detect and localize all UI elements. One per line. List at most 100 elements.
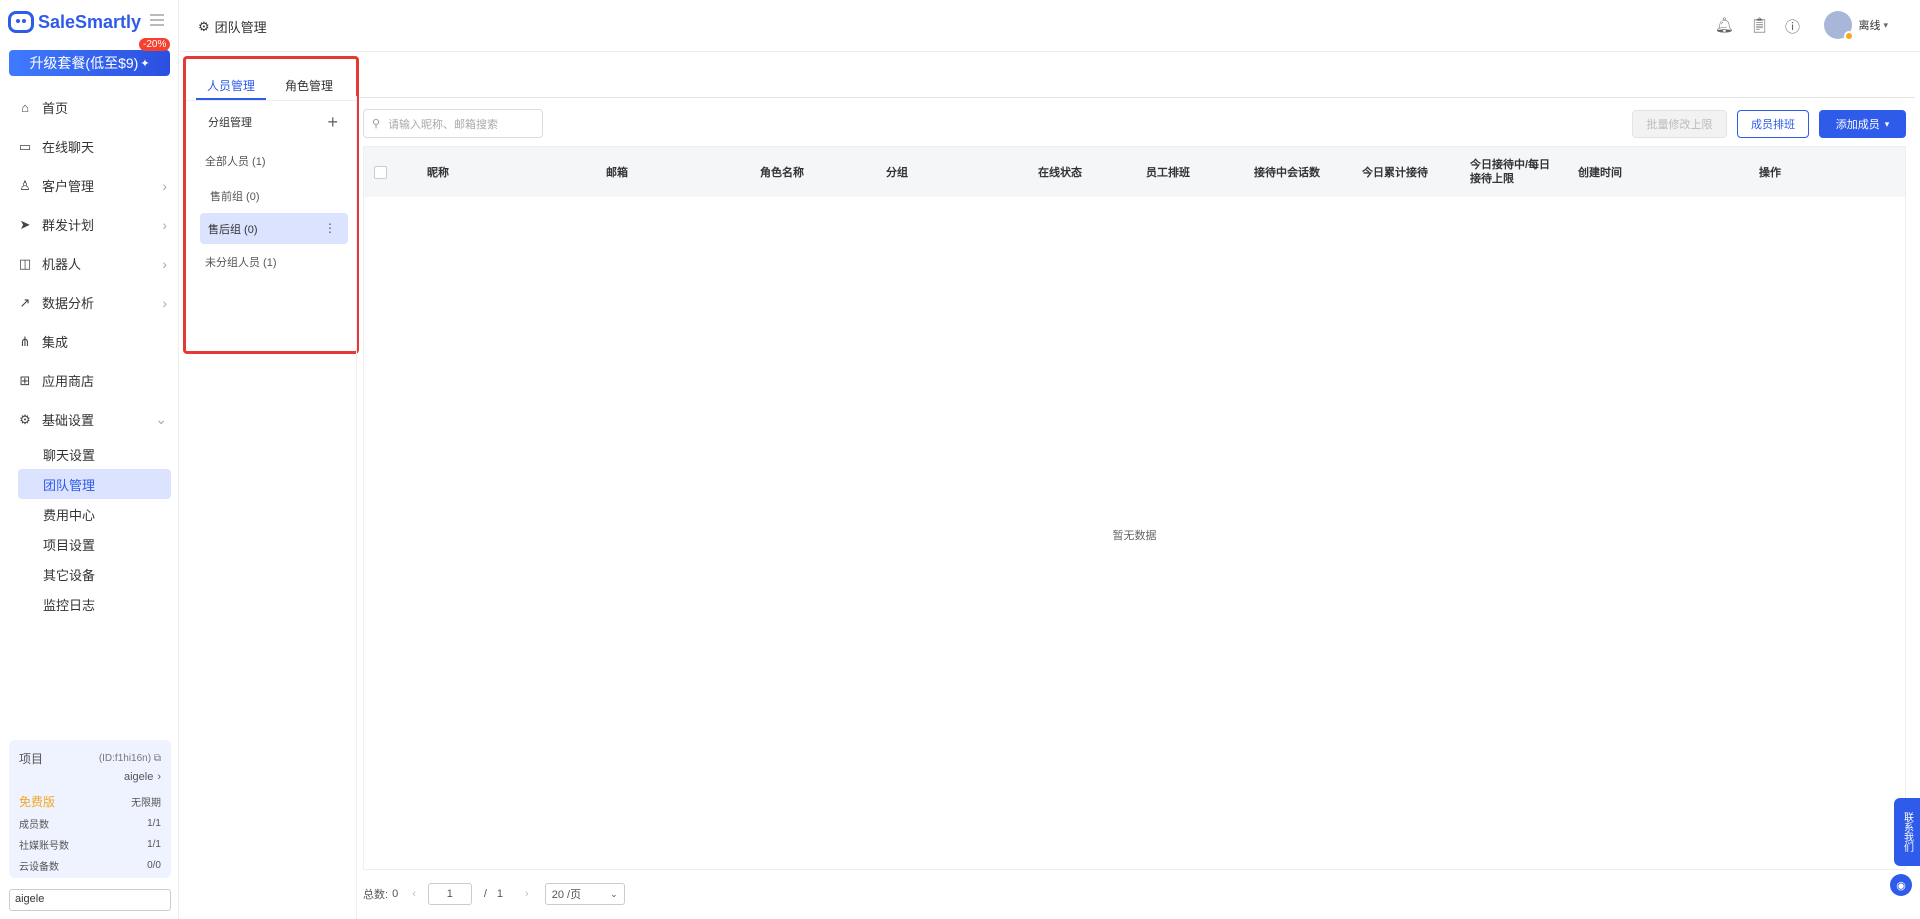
add-group-icon[interactable]: + [327,112,338,133]
subnav-chat-settings[interactable]: 聊天设置 [0,439,179,469]
integration-icon: ⋔ [19,333,31,349]
nav-item-broadcast[interactable]: ➤ 群发计划 › [0,205,179,244]
tab-member-management[interactable]: 人员管理 [196,77,266,100]
chevron-down-icon: ▾ [1884,118,1890,129]
panel-divider [356,96,357,919]
group-item-ungrouped[interactable]: 未分组人员 (1) [186,244,356,279]
add-member-button[interactable]: 添加成员 ▾ [1819,110,1906,138]
sidebar: SaleSmartly 升级套餐(低至$9) ✦ -20% ⌂ 首页 ▭ 在线聊… [0,0,179,919]
status-dot [1844,31,1855,41]
page-size-value: 20 /页 [551,889,582,901]
upgrade-button[interactable]: 升级套餐(低至$9) ✦ [9,50,170,76]
nav-item-home[interactable]: ⌂ 首页 [0,88,179,127]
chevron-right-icon: › [162,294,167,311]
col-nickname[interactable]: 昵称 [427,147,449,197]
contact-us-tab[interactable]: 联系我们 [1894,798,1920,866]
project-name[interactable]: aigele [124,771,153,783]
subnav-monitor-log[interactable]: 监控日志 [0,589,179,619]
nav-label: 集成 [42,335,69,350]
gear-icon: ⚙ [198,18,210,34]
upgrade-label: 升级套餐(低至$9) [29,55,139,71]
quota-value: 0/0 [147,860,161,871]
brand-name: SaleSmartly [38,11,142,32]
top-header: ⚙ 团队管理 🔔︎ 📋︎ ⓘ 离线 ▾ [180,0,1920,52]
col-role-name[interactable]: 角色名称 [760,147,804,197]
quota-label: 社媒账号数 [19,841,69,852]
col-daily-limit[interactable]: 今日接待中/每日接待上限 [1470,147,1556,197]
search-icon: ⚲ [372,118,381,130]
user-status: 离线 [1858,20,1881,32]
col-email[interactable]: 邮箱 [606,147,628,197]
chevron-right-icon: › [162,177,167,194]
nav-item-analytics[interactable]: ↗ 数据分析 › [0,283,179,322]
clipboard-icon[interactable]: 📋︎ [1750,16,1769,37]
user-menu[interactable]: 离线 ▾ [1824,11,1888,41]
logo[interactable]: SaleSmartly [8,10,141,34]
nav-item-integration[interactable]: ⋔ 集成 [0,322,179,361]
select-all-cell [374,147,387,197]
bell-icon[interactable]: 🔔︎ [1715,16,1734,37]
group-item-all[interactable]: 全部人员 (1) [186,143,356,178]
group-item-label: 售后组 (0) [208,223,258,236]
members-table: 昵称 邮箱 角色名称 分组 在线状态 员工排班 接待中会话数 今日累计接待 今日… [363,146,1906,870]
rocket-icon: ✦ [140,57,150,70]
col-active-sessions[interactable]: 接待中会话数 [1254,147,1320,197]
chevron-down-icon: ⌄ [610,888,618,899]
prev-page-icon[interactable]: ‹ [412,888,416,900]
nav-item-robot[interactable]: ◫ 机器人 › [0,244,179,283]
subnav-other-devices[interactable]: 其它设备 [0,559,179,589]
col-online-status[interactable]: 在线状态 [1038,147,1082,197]
subnav-billing[interactable]: 费用中心 [0,499,179,529]
col-created-time[interactable]: 创建时间 [1578,147,1622,197]
col-group[interactable]: 分组 [886,147,908,197]
avatar [1824,11,1855,41]
subnav-team-management[interactable]: 团队管理 [18,469,171,499]
tab-role-management[interactable]: 角色管理 [274,77,344,100]
project-id: (ID:f1hi16n) [98,753,152,764]
col-today-total[interactable]: 今日累计接待 [1362,147,1428,197]
total-count: 0 [392,888,399,900]
settings-icon: ⚙ [19,411,31,427]
customers-icon: ♙ [19,177,31,193]
subnav-project-settings[interactable]: 项目设置 [0,529,179,559]
chevron-down-icon: ⌄ [155,411,167,427]
quota-label: 成员数 [19,820,49,831]
group-panel: 人员管理 角色管理 分组管理 + 全部人员 (1) 售前组 (0) 售后组 (0… [183,56,359,354]
menu-toggle-icon[interactable] [150,14,164,26]
plan-name: 免费版 [19,795,56,809]
more-icon[interactable]: ⋮ [324,221,336,235]
member-schedule-button[interactable]: 成员排班 [1737,110,1809,138]
analytics-icon: ↗ [19,294,31,310]
next-page-icon[interactable]: › [525,888,529,900]
col-staff-schedule[interactable]: 员工排班 [1146,147,1190,197]
quota-value: 1/1 [147,818,161,829]
chat-bubble-icon[interactable]: ◉ [1890,874,1912,896]
nav-label: 基础设置 [42,413,95,428]
panel-tabs: 人员管理 角色管理 [186,59,356,101]
page-number-input[interactable]: 1 [427,883,472,905]
nav-item-customers[interactable]: ♙ 客户管理 › [0,166,179,205]
nav-item-app-store[interactable]: ⊞ 应用商店 [0,361,179,400]
home-icon: ⌂ [21,99,29,115]
caret-down-icon: ▾ [1883,19,1888,30]
chevron-right-icon[interactable]: › [157,771,161,783]
total-label: 总数: [363,889,389,901]
group-item-aftersales[interactable]: 售后组 (0) ⋮ [200,213,348,244]
group-management-label: 分组管理 [208,117,252,129]
app-store-icon: ⊞ [19,372,31,388]
nav-item-chat[interactable]: ▭ 在线聊天 [0,127,179,166]
nav-item-settings[interactable]: ⚙ 基础设置 ⌄ [0,400,179,439]
plan-term: 无限期 [131,798,161,809]
select-all-checkbox[interactable] [374,165,387,179]
project-card: 项目 (ID:f1hi16n) ⧉ aigele › 免费版 无限期 成员数 1… [9,740,171,878]
search-input[interactable]: ⚲ 请输入昵称、邮箱搜索 [363,109,543,138]
project-switch-field[interactable]: aigele [9,889,171,911]
quota-value: 1/1 [147,839,161,850]
copy-icon[interactable]: ⧉ [154,753,161,764]
help-icon[interactable]: ⓘ [1785,16,1800,37]
nav-label: 在线聊天 [42,140,95,155]
batch-edit-limit-button[interactable]: 批量修改上限 [1632,110,1727,138]
nav-label: 机器人 [42,257,82,272]
page-size-select[interactable]: 20 /页 ⌄ [544,883,625,905]
group-item-presales[interactable]: 售前组 (0) [186,178,356,213]
